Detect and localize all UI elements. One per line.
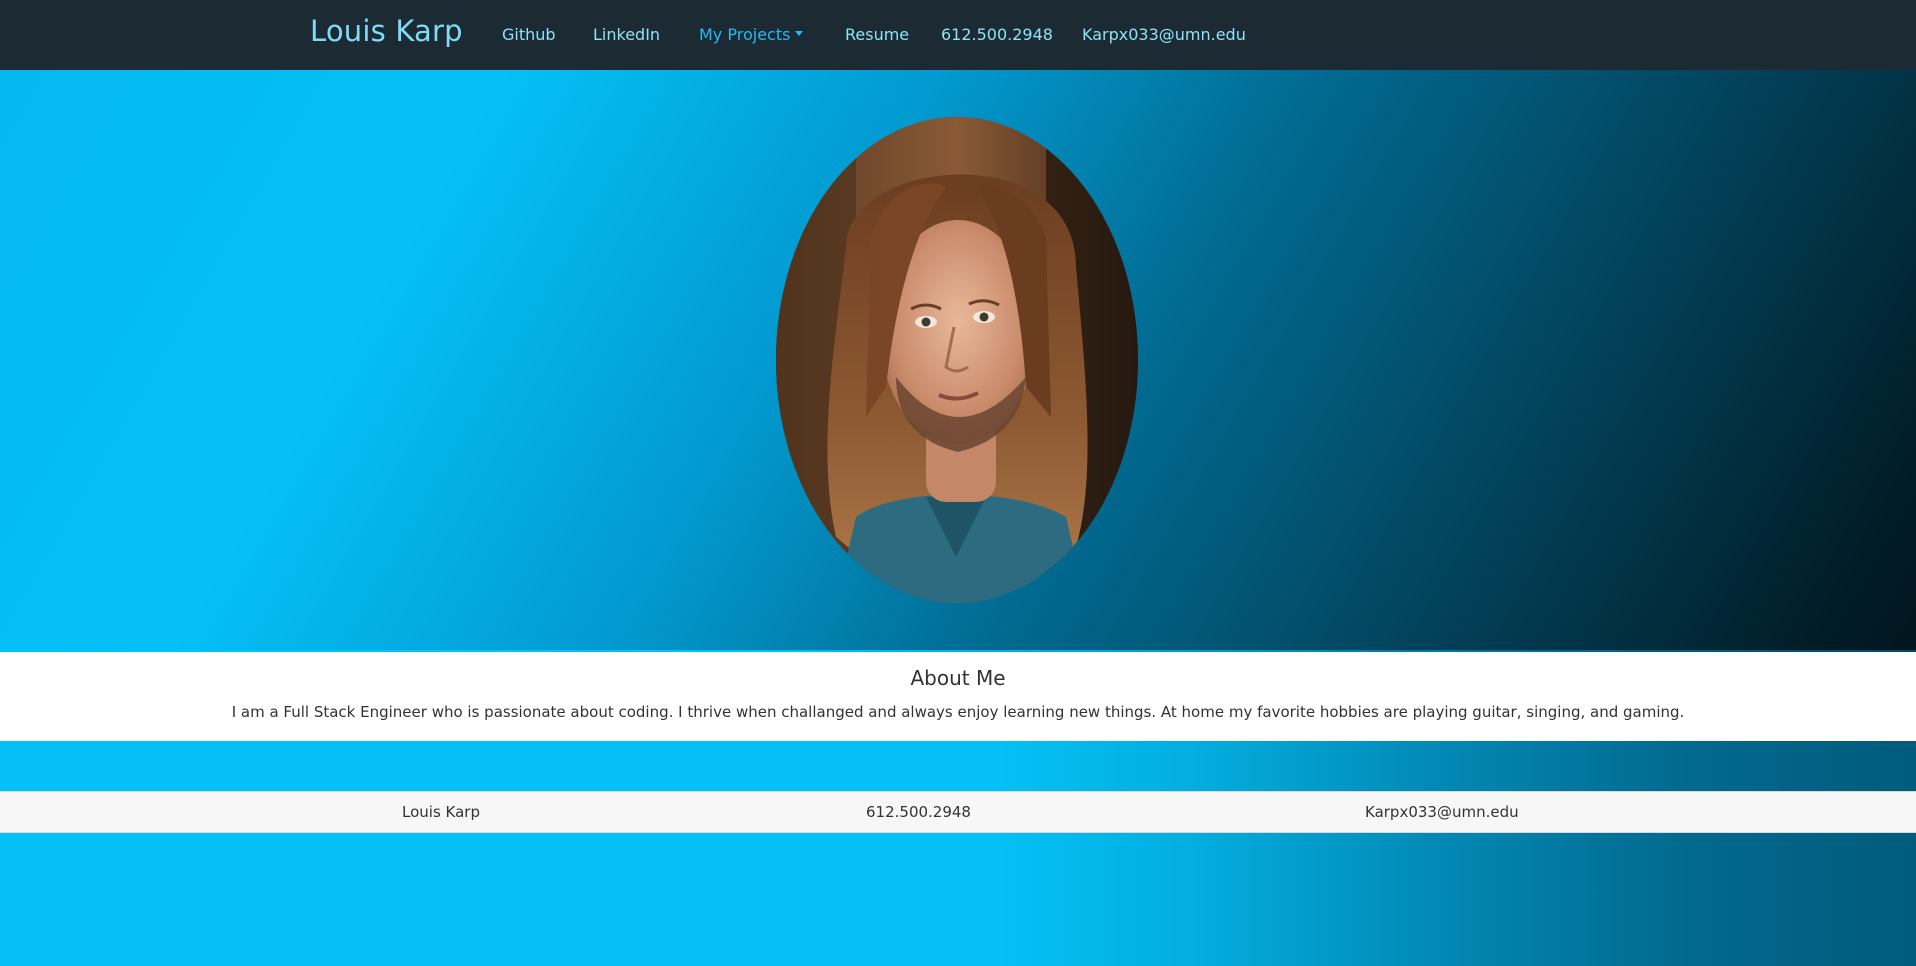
footer-email: Karpx033@umn.edu <box>1365 803 1519 821</box>
caret-down-icon <box>795 31 804 36</box>
footer-bar: Louis Karp 612.500.2948 Karpx033@umn.edu <box>0 791 1916 833</box>
nav-link-github[interactable]: Github <box>502 25 556 44</box>
footer-name: Louis Karp <box>402 803 480 821</box>
nav-link-resume[interactable]: Resume <box>845 25 909 44</box>
about-title: About Me <box>910 666 1006 690</box>
about-section: About Me I am a Full Stack Engineer who … <box>0 652 1916 741</box>
nav-dropdown-my-projects[interactable]: My Projects <box>699 25 804 44</box>
brand-link[interactable]: Louis Karp <box>310 14 463 48</box>
nav-link-email[interactable]: Karpx033@umn.edu <box>1082 25 1246 44</box>
top-navbar: Louis Karp Github LinkedIn My Projects R… <box>0 0 1916 70</box>
footer-phone: 612.500.2948 <box>866 803 971 821</box>
nav-link-phone[interactable]: 612.500.2948 <box>941 25 1053 44</box>
profile-photo <box>776 117 1138 603</box>
about-description: I am a Full Stack Engineer who is passio… <box>231 703 1685 721</box>
nav-dropdown-label: My Projects <box>699 25 791 44</box>
background-lower <box>0 740 1916 966</box>
nav-link-linkedin[interactable]: LinkedIn <box>593 25 660 44</box>
